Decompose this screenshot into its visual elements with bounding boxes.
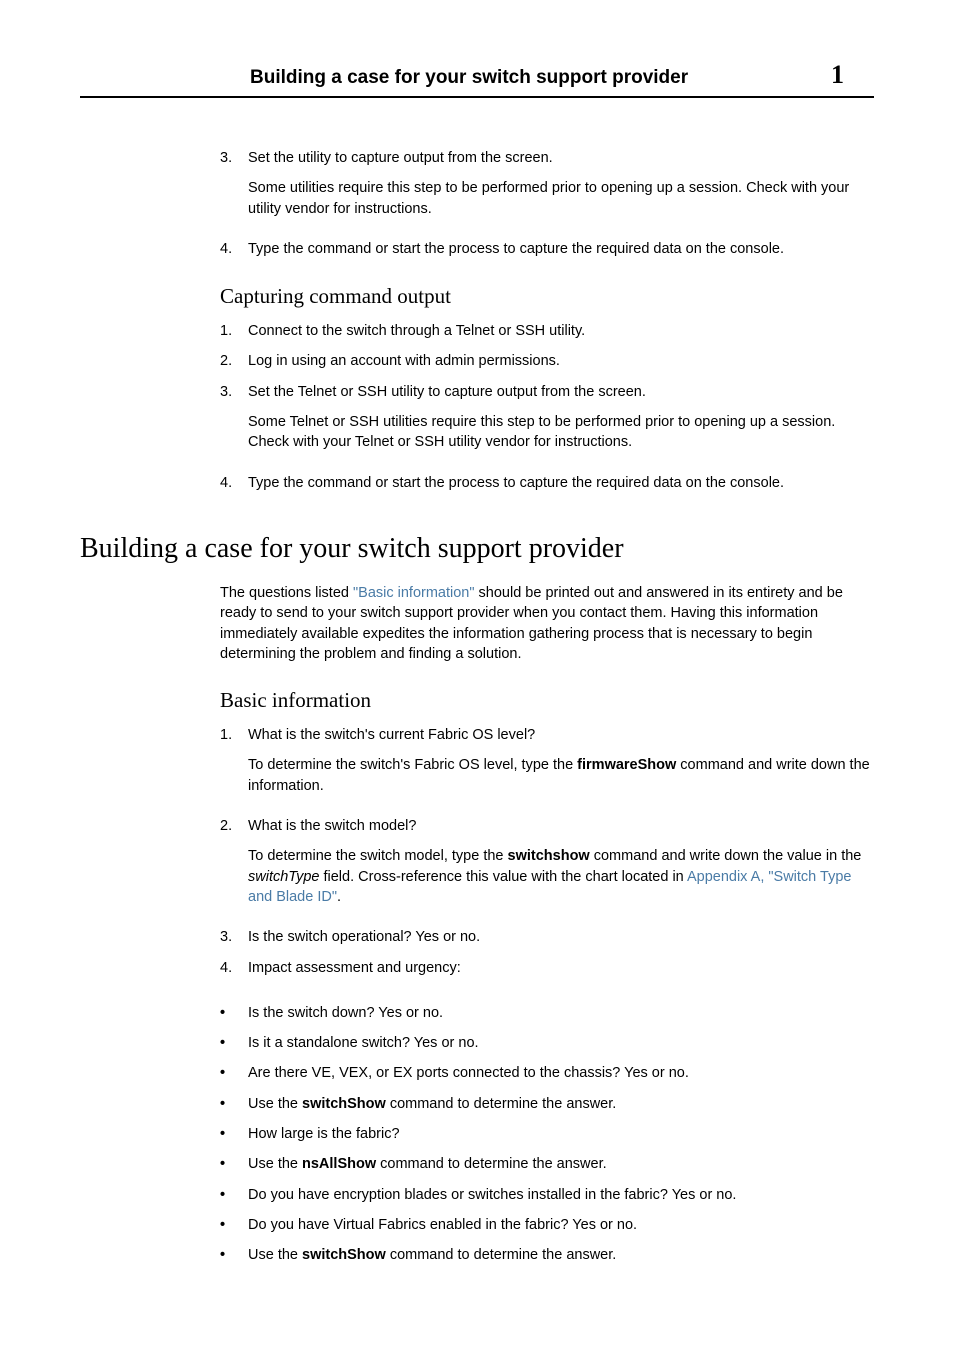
- question-text: What is the switch's current Fabric OS l…: [248, 727, 535, 743]
- list-item: •Do you have encryption blades or switch…: [220, 1185, 874, 1205]
- bullet-text: Is it a standalone switch? Yes or no.: [248, 1033, 874, 1053]
- item-text: Set the Telnet or SSH utility to capture…: [248, 382, 874, 463]
- bullet-icon: •: [220, 1094, 248, 1114]
- list-item: 1. What is the switch's current Fabric O…: [220, 725, 874, 806]
- step-subtext: Some Telnet or SSH utilities require thi…: [248, 412, 874, 453]
- header-title: Building a case for your switch support …: [250, 67, 688, 89]
- list-item: 1. Connect to the switch through a Telne…: [220, 321, 874, 341]
- item-number: 1.: [220, 725, 248, 806]
- step-text: Log in using an account with admin permi…: [248, 351, 874, 371]
- list-item: 2. What is the switch model? To determin…: [220, 816, 874, 917]
- bullet-text: How large is the fabric?: [248, 1124, 874, 1144]
- bullet-text: Use the nsAllShow command to determine t…: [248, 1154, 874, 1174]
- capture-steps-list: 1. Connect to the switch through a Telne…: [220, 321, 874, 493]
- item-text: What is the switch's current Fabric OS l…: [248, 725, 874, 806]
- command-name: switchShow: [302, 1096, 386, 1112]
- command-name: switchShow: [302, 1247, 386, 1263]
- command-name: switchshow: [508, 848, 590, 864]
- item-number: 3.: [220, 148, 248, 229]
- bullet-icon: •: [220, 1124, 248, 1144]
- basic-info-list: 1. What is the switch's current Fabric O…: [220, 725, 874, 978]
- subsection-heading: Capturing command output: [220, 284, 874, 309]
- command-name: firmwareShow: [577, 757, 676, 773]
- list-item: 2. Log in using an account with admin pe…: [220, 351, 874, 371]
- step-text: Set the utility to capture output from t…: [248, 150, 553, 166]
- list-item: •How large is the fabric?: [220, 1124, 874, 1144]
- page-header: Building a case for your switch support …: [80, 60, 874, 98]
- bullet-icon: •: [220, 1063, 248, 1083]
- item-number: 4.: [220, 239, 248, 259]
- question-text: Impact assessment and urgency:: [248, 958, 874, 978]
- bullet-text: Is the switch down? Yes or no.: [248, 1003, 874, 1023]
- item-number: 3.: [220, 382, 248, 463]
- item-number: 2.: [220, 351, 248, 371]
- bullet-icon: •: [220, 1003, 248, 1023]
- step-text: Connect to the switch through a Telnet o…: [248, 321, 874, 341]
- answer-text: To determine the switch model, type the …: [248, 846, 874, 907]
- basic-information-link[interactable]: "Basic information": [353, 585, 475, 601]
- chapter-number: 1: [831, 60, 844, 90]
- field-name: switchType: [248, 869, 319, 885]
- list-item: •Use the nsAllShow command to determine …: [220, 1154, 874, 1174]
- list-item: •Do you have Virtual Fabrics enabled in …: [220, 1215, 874, 1235]
- bullet-text: Use the switchShow command to determine …: [248, 1094, 874, 1114]
- step-text: Type the command or start the process to…: [248, 473, 874, 493]
- bullet-text: Are there VE, VEX, or EX ports connected…: [248, 1063, 874, 1083]
- list-item: 4. Type the command or start the process…: [220, 239, 874, 259]
- command-name: nsAllShow: [302, 1156, 376, 1172]
- section-heading: Building a case for your switch support …: [80, 533, 874, 565]
- item-number: 4.: [220, 958, 248, 978]
- list-item: •Is the switch down? Yes or no.: [220, 1003, 874, 1023]
- item-number: 3.: [220, 927, 248, 947]
- list-item: •Are there VE, VEX, or EX ports connecte…: [220, 1063, 874, 1083]
- bullet-icon: •: [220, 1185, 248, 1205]
- answer-text: To determine the switch's Fabric OS leve…: [248, 755, 874, 796]
- bullet-text: Use the switchShow command to determine …: [248, 1245, 874, 1265]
- bullet-icon: •: [220, 1033, 248, 1053]
- bullet-icon: •: [220, 1154, 248, 1174]
- step-text: Set the Telnet or SSH utility to capture…: [248, 384, 646, 400]
- step-subtext: Some utilities require this step to be p…: [248, 178, 874, 219]
- item-number: 1.: [220, 321, 248, 341]
- question-text: What is the switch model?: [248, 818, 416, 834]
- intro-text-pre: The questions listed: [220, 585, 353, 601]
- top-steps-list: 3. Set the utility to capture output fro…: [220, 148, 874, 259]
- step-text: Type the command or start the process to…: [248, 239, 874, 259]
- bullet-icon: •: [220, 1245, 248, 1265]
- impact-bullet-list: •Is the switch down? Yes or no. •Is it a…: [220, 1003, 874, 1266]
- bullet-icon: •: [220, 1215, 248, 1235]
- bullet-text: Do you have encryption blades or switche…: [248, 1185, 874, 1205]
- list-item: 3. Is the switch operational? Yes or no.: [220, 927, 874, 947]
- list-item: 3. Set the utility to capture output fro…: [220, 148, 874, 229]
- list-item: 4. Impact assessment and urgency:: [220, 958, 874, 978]
- list-item: •Use the switchShow command to determine…: [220, 1094, 874, 1114]
- list-item: 4. Type the command or start the process…: [220, 473, 874, 493]
- item-number: 2.: [220, 816, 248, 917]
- list-item: •Is it a standalone switch? Yes or no.: [220, 1033, 874, 1053]
- intro-paragraph: The questions listed "Basic information"…: [220, 583, 874, 664]
- item-text: What is the switch model? To determine t…: [248, 816, 874, 917]
- question-text: Is the switch operational? Yes or no.: [248, 927, 874, 947]
- item-text: Set the utility to capture output from t…: [248, 148, 874, 229]
- list-item: •Use the switchShow command to determine…: [220, 1245, 874, 1265]
- item-number: 4.: [220, 473, 248, 493]
- subsection-heading: Basic information: [220, 688, 874, 713]
- bullet-text: Do you have Virtual Fabrics enabled in t…: [248, 1215, 874, 1235]
- list-item: 3. Set the Telnet or SSH utility to capt…: [220, 382, 874, 463]
